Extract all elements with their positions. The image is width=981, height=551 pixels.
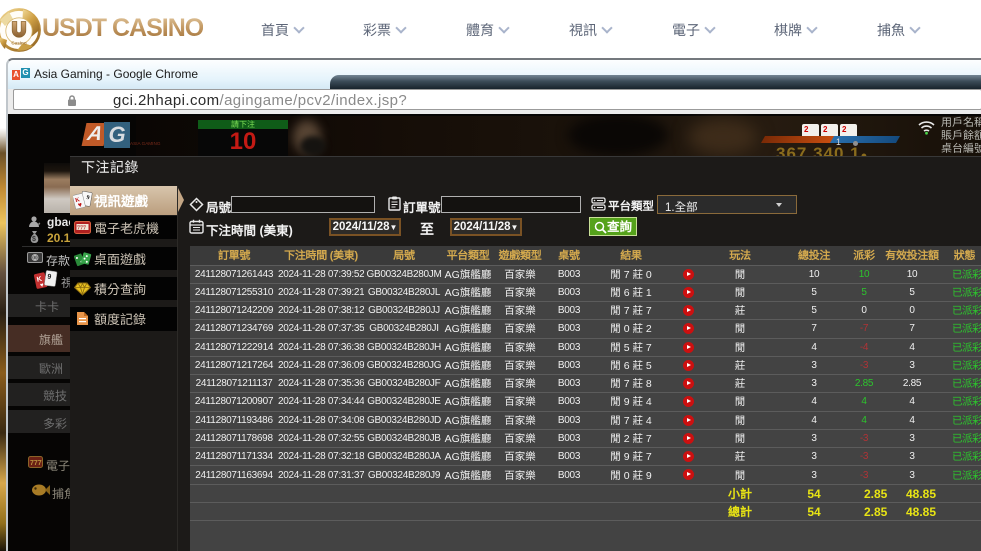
svg-text:777: 777 bbox=[30, 460, 42, 467]
svg-text:777: 777 bbox=[77, 223, 86, 232]
svg-text:*: * bbox=[38, 223, 41, 228]
svg-text:$: $ bbox=[32, 236, 36, 243]
svg-text:0: 0 bbox=[33, 255, 37, 262]
svg-text:Casino: Casino bbox=[11, 41, 27, 46]
